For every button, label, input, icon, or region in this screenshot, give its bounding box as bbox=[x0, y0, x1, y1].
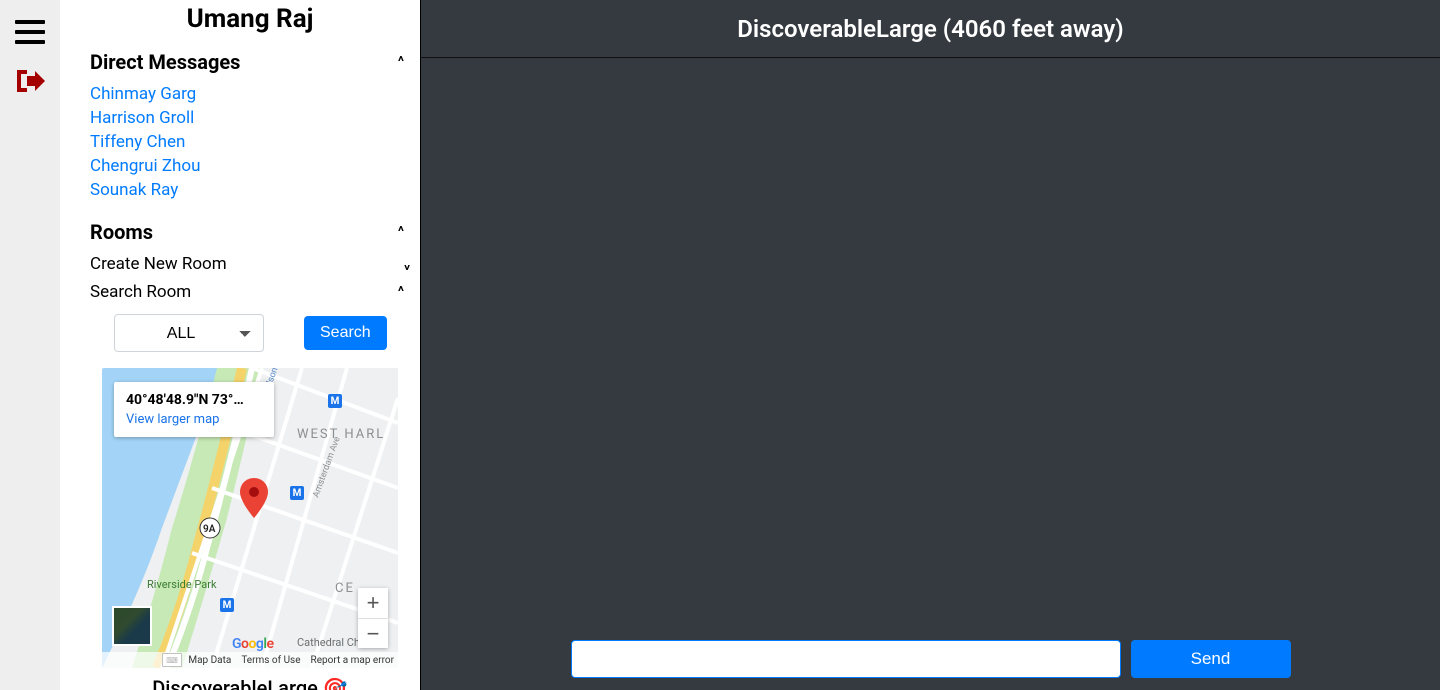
rooms-header-label: Rooms bbox=[90, 220, 153, 244]
message-input[interactable] bbox=[571, 640, 1121, 678]
direct-messages-header[interactable]: Direct Messages ^ bbox=[90, 44, 410, 80]
map[interactable]: Riverside Park WEST HARL Amsterdam Ave H… bbox=[102, 368, 398, 668]
metro-icon: M bbox=[290, 486, 304, 500]
report-error-link[interactable]: Report a map error bbox=[311, 655, 394, 666]
icon-rail bbox=[0, 0, 60, 690]
view-larger-map-link[interactable]: View larger map bbox=[126, 412, 262, 427]
chevron-up-icon: ^ bbox=[398, 224, 410, 240]
chat-title: DiscoverableLarge (4060 feet away) bbox=[737, 15, 1123, 43]
metro-icon: M bbox=[220, 598, 234, 612]
dm-list: Chinmay Garg Harrison Groll Tiffeny Chen… bbox=[90, 80, 410, 214]
metro-icon: M bbox=[328, 394, 342, 408]
search-button[interactable]: Search bbox=[304, 316, 387, 350]
search-row: ALL Search bbox=[90, 306, 410, 362]
room-filter-select[interactable]: ALL bbox=[114, 314, 264, 352]
send-button[interactable]: Send bbox=[1131, 640, 1291, 678]
map-attribution: Map Data Terms of Use Report a map error bbox=[102, 652, 398, 668]
map-info-box: 40°48'48.9"N 73°… View larger map bbox=[114, 382, 274, 437]
chevron-down-icon: ^ bbox=[398, 256, 410, 272]
svg-text:9A: 9A bbox=[203, 524, 216, 535]
dm-contact[interactable]: Harrison Groll bbox=[90, 108, 194, 128]
google-logo: Google bbox=[232, 636, 274, 652]
create-new-room[interactable]: Create New Room ^ bbox=[90, 250, 410, 278]
create-room-label: Create New Room bbox=[90, 254, 227, 274]
dm-contact[interactable]: Chinmay Garg bbox=[90, 84, 196, 104]
chevron-up-icon: ^ bbox=[398, 54, 410, 70]
map-label-ce: CE bbox=[335, 581, 355, 596]
dm-header-label: Direct Messages bbox=[90, 50, 240, 74]
search-room-label: Search Room bbox=[90, 282, 191, 302]
rooms-header[interactable]: Rooms ^ bbox=[90, 214, 410, 250]
chevron-up-icon: ^ bbox=[398, 284, 410, 300]
user-name: Umang Raj bbox=[90, 0, 410, 44]
map-data-link[interactable]: Map Data bbox=[188, 655, 231, 666]
chat-messages bbox=[421, 58, 1440, 640]
room-name-label: DiscoverableLarge bbox=[152, 676, 318, 690]
dm-contact[interactable]: Tiffeny Chen bbox=[90, 132, 185, 152]
map-coords: 40°48'48.9"N 73°… bbox=[126, 392, 262, 408]
map-label-riverside: Riverside Park bbox=[147, 578, 217, 591]
target-icon: 🎯 bbox=[323, 676, 348, 690]
search-room[interactable]: Search Room ^ bbox=[90, 278, 410, 306]
chat-footer: Send bbox=[421, 640, 1440, 690]
satellite-toggle[interactable] bbox=[112, 606, 152, 646]
sidebar: Umang Raj Direct Messages ^ Chinmay Garg… bbox=[60, 0, 420, 690]
chat-header: DiscoverableLarge (4060 feet away) bbox=[421, 0, 1440, 58]
hamburger-icon[interactable] bbox=[15, 20, 45, 44]
zoom-in-button[interactable]: + bbox=[358, 588, 388, 618]
dm-contact[interactable]: Chengrui Zhou bbox=[90, 156, 200, 176]
zoom-out-button[interactable]: − bbox=[358, 618, 388, 648]
zoom-controls: + − bbox=[358, 588, 388, 648]
sign-out-icon[interactable] bbox=[15, 68, 45, 98]
terms-link[interactable]: Terms of Use bbox=[241, 655, 300, 666]
chat-panel: DiscoverableLarge (4060 feet away) Send bbox=[420, 0, 1440, 690]
map-pin-icon bbox=[240, 478, 268, 522]
dm-contact[interactable]: Sounak Ray bbox=[90, 180, 178, 200]
selected-room[interactable]: DiscoverableLarge 🎯 bbox=[90, 672, 410, 690]
